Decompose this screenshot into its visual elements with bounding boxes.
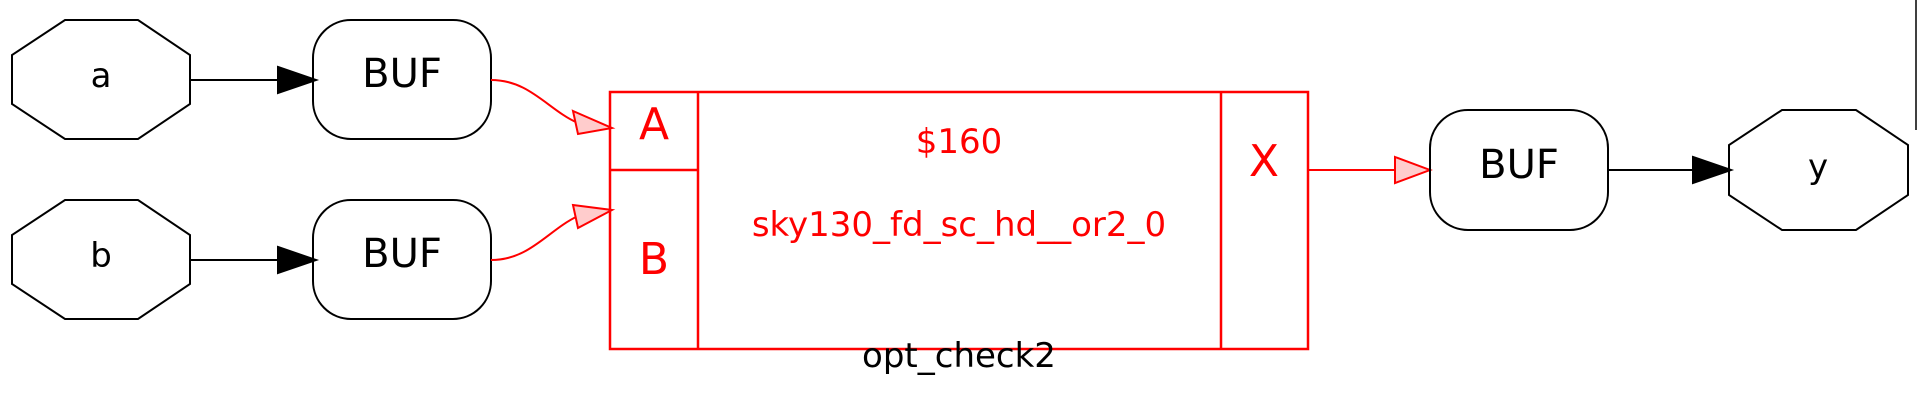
edge-buf2-to-port-b xyxy=(490,203,616,261)
input-port-b[interactable]: b xyxy=(11,199,191,320)
schematic-diagram: a b BUF BUF A B $160 sky130_fd_sc_hd__or… xyxy=(11,0,1917,376)
output-y-label: y xyxy=(1808,147,1828,187)
port-x-label: X xyxy=(1249,136,1279,187)
input-b-label: b xyxy=(90,236,112,276)
buffer-2-label: BUF xyxy=(362,231,442,277)
or2-cell[interactable]: A B $160 sky130_fd_sc_hd__or2_0 X xyxy=(608,90,1310,351)
edge-port-x-to-buf3 xyxy=(1308,155,1433,185)
port-a-label: A xyxy=(639,99,669,150)
input-a-label: a xyxy=(91,56,112,96)
edge-buf1-to-port-a xyxy=(490,79,616,136)
edge-b-to-buf2 xyxy=(190,245,320,275)
buffer-3[interactable]: BUF xyxy=(1429,109,1609,231)
edge-a-to-buf1 xyxy=(190,65,320,95)
cell-id-label: $160 xyxy=(916,122,1003,162)
buffer-1-label: BUF xyxy=(362,51,442,97)
output-port-y[interactable]: y xyxy=(1728,109,1909,231)
buffer-3-label: BUF xyxy=(1479,142,1559,188)
buffer-1[interactable]: BUF xyxy=(312,19,492,140)
cell-type-label: sky130_fd_sc_hd__or2_0 xyxy=(752,205,1166,245)
input-port-a[interactable]: a xyxy=(11,19,191,140)
diagram-title: opt_check2 xyxy=(862,336,1056,376)
port-b-label: B xyxy=(639,234,669,285)
edge-buf3-to-y xyxy=(1608,155,1735,185)
buffer-2[interactable]: BUF xyxy=(312,199,492,320)
